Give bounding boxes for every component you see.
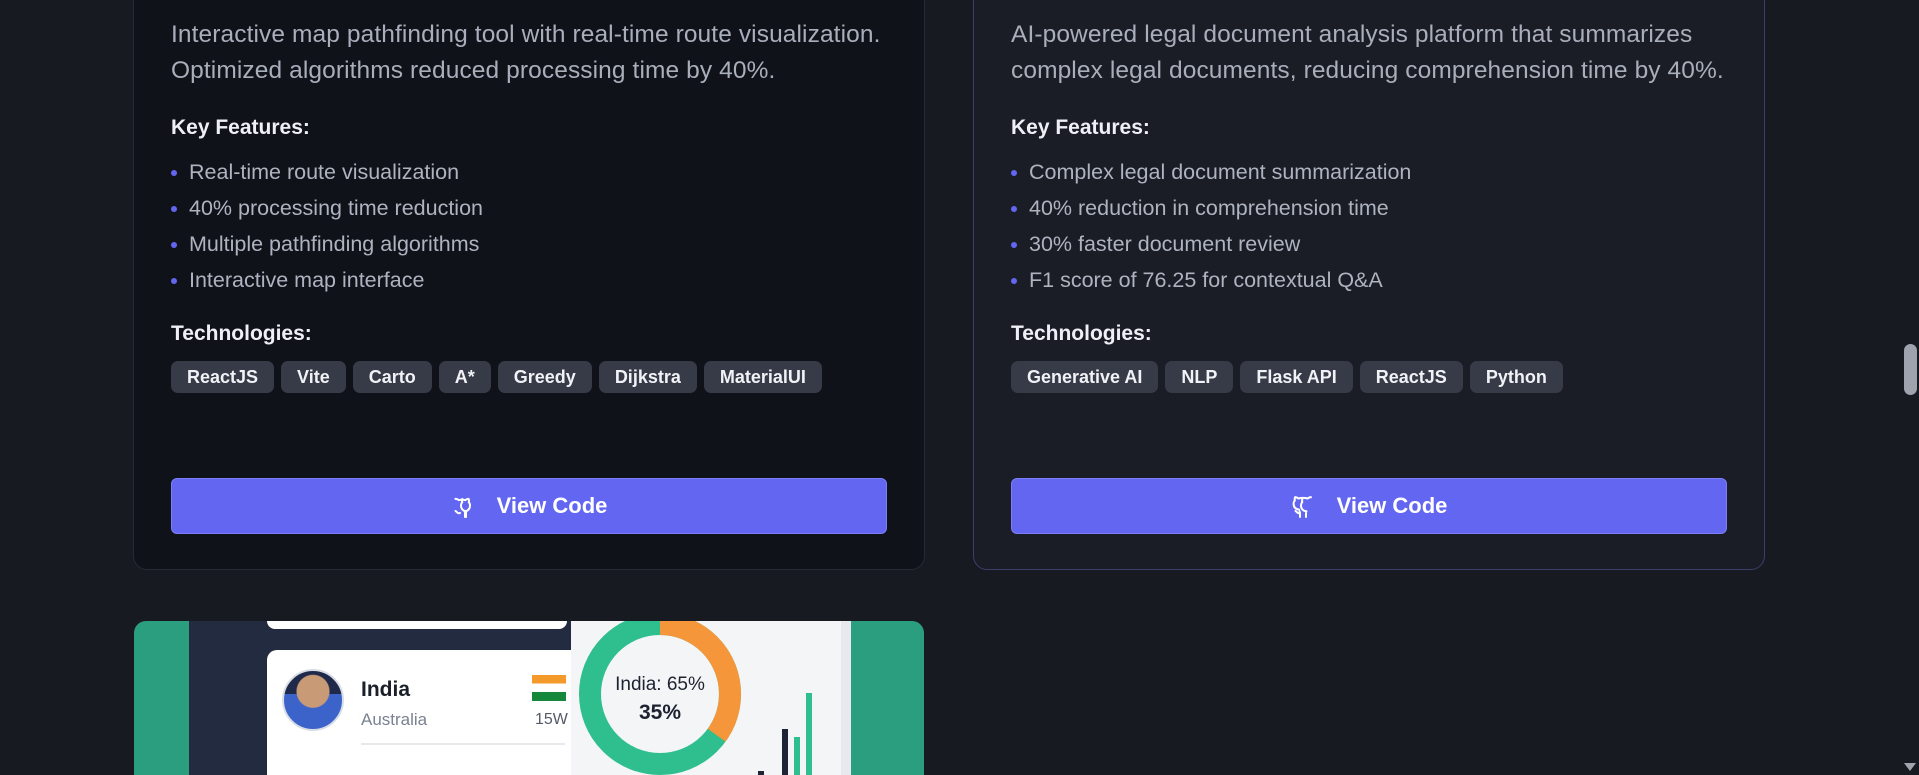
list-item: Multiple pathfinding algorithms: [171, 226, 887, 262]
tech-tag: Vite: [281, 361, 346, 393]
preview-topbar: [267, 621, 567, 629]
bar-mark: [782, 729, 788, 775]
list-item: Complex legal document summarization: [1011, 154, 1727, 190]
preview-chart-panel: India: 65% 35%: [571, 621, 841, 775]
bar-mark: [758, 771, 764, 775]
donut-value: 35%: [638, 701, 682, 724]
features-list: Complex legal document summarization 40%…: [1011, 154, 1727, 298]
tech-tags: ReactJS Vite Carto A* Greedy Dijkstra Ma…: [171, 361, 887, 393]
player-score: 15W: [535, 711, 568, 728]
list-item: Real-time route visualization: [171, 154, 887, 190]
view-code-button[interactable]: View Code: [1011, 478, 1727, 534]
list-item: 40% processing time reduction: [171, 190, 887, 226]
list-item: 40% reduction in comprehension time: [1011, 190, 1727, 226]
tech-tag: Flask API: [1240, 361, 1353, 393]
list-item: Interactive map interface: [171, 262, 887, 298]
project-description: Interactive map pathfinding tool with re…: [171, 21, 881, 84]
features-list: Real-time route visualization 40% proces…: [171, 154, 887, 298]
donut-chart: [579, 621, 812, 775]
project-description: AI-powered legal document analysis platf…: [1011, 21, 1724, 84]
player-subtitle: Australia: [361, 710, 428, 729]
donut-label: India: 65%: [615, 674, 705, 695]
india-flag-icon: [532, 675, 566, 701]
technologies-heading: Technologies:: [171, 322, 312, 345]
list-item: F1 score of 76.25 for contextual Q&A: [1011, 262, 1727, 298]
project-card-pathfinding: Interactive map pathfinding tool with re…: [133, 0, 925, 570]
features-heading: Key Features:: [1011, 116, 1150, 139]
tech-tag: ReactJS: [171, 361, 275, 393]
scroll-down-arrow-icon[interactable]: [1904, 763, 1916, 771]
view-code-label: View Code: [1336, 493, 1448, 518]
bar-mark: [806, 693, 812, 775]
divider: [361, 743, 565, 745]
bar-mark: [794, 737, 800, 775]
player-card: India Australia 15W: [267, 650, 585, 775]
tech-tag: Carto: [352, 361, 432, 393]
tech-tags: Generative AI NLP Flask API ReactJS Pyth…: [1011, 361, 1727, 393]
features-heading: Key Features:: [171, 116, 310, 139]
scrollbar-thumb[interactable]: [1904, 344, 1917, 395]
tech-tag: Generative AI: [1011, 361, 1159, 393]
project-card-legal-ai: AI-powered legal document analysis platf…: [973, 0, 1765, 570]
view-code-button[interactable]: View Code: [171, 478, 887, 534]
project-preview-image[interactable]: India Australia 15W India: 65% 35%: [134, 621, 924, 775]
avatar: [282, 669, 344, 731]
tech-tag: Greedy: [497, 361, 592, 393]
technologies-heading: Technologies:: [1011, 322, 1152, 345]
tech-tag: NLP: [1165, 361, 1234, 393]
tech-tag: A*: [438, 361, 491, 393]
tech-tag: Dijkstra: [598, 361, 697, 393]
preview-strip: [841, 621, 851, 775]
tech-tag: Python: [1469, 361, 1563, 393]
list-item: 30% faster document review: [1011, 226, 1727, 262]
page-scrollbar[interactable]: [1902, 0, 1919, 775]
view-code-label: View Code: [496, 493, 608, 518]
tech-tag: ReactJS: [1359, 361, 1463, 393]
github-icon: [451, 493, 475, 519]
github-icon: [1291, 493, 1315, 519]
tech-tag: MaterialUI: [703, 361, 822, 393]
player-name: India: [361, 678, 411, 701]
